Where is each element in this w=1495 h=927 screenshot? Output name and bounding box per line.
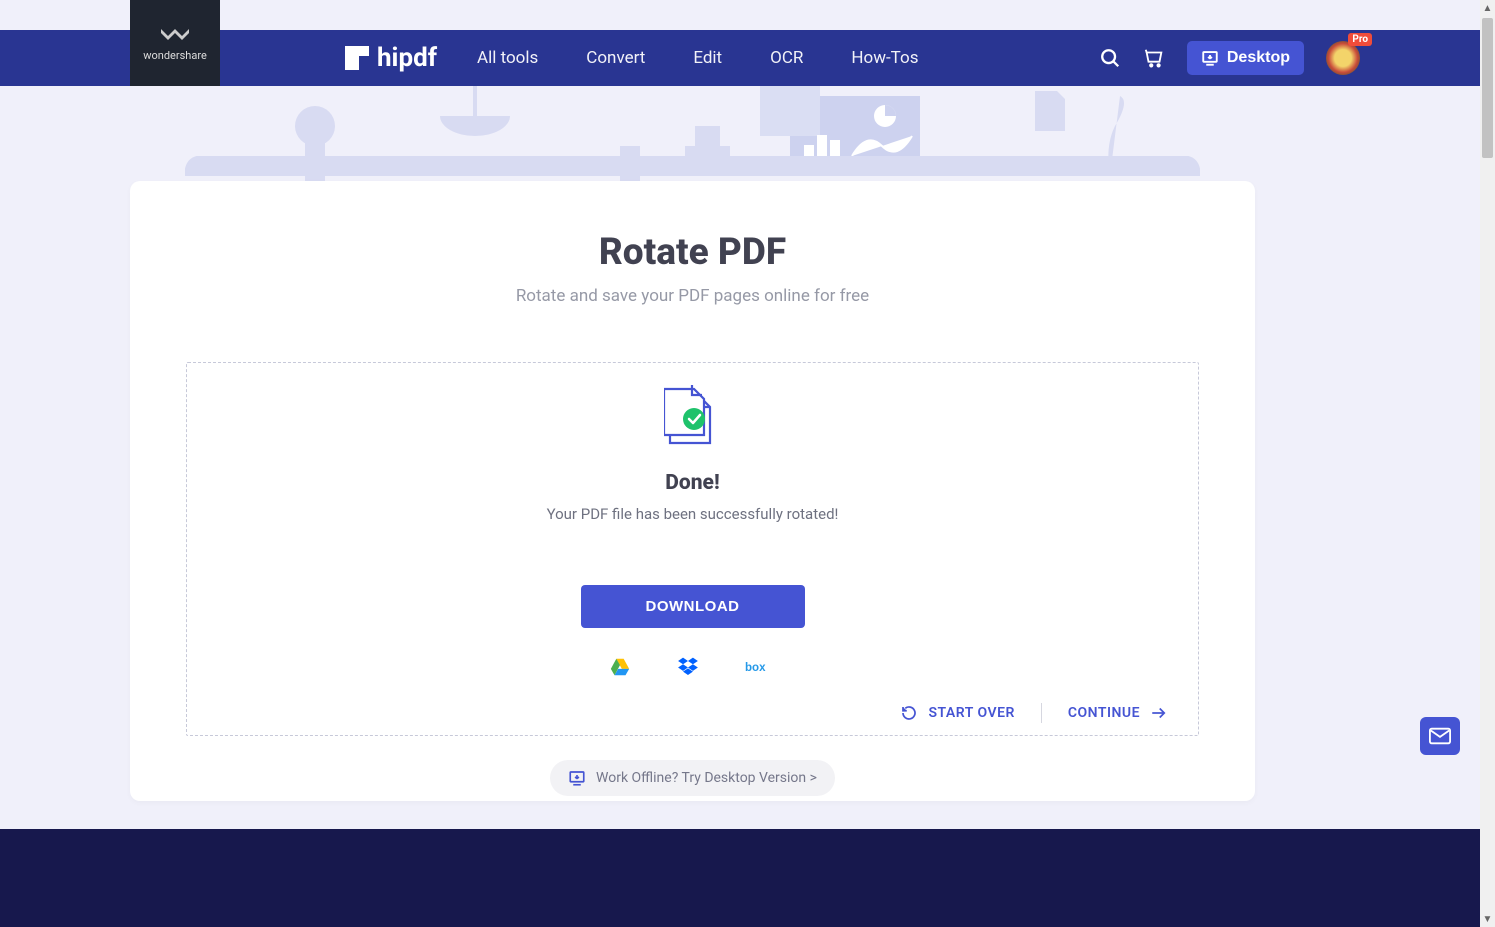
continue-link[interactable]: CONTINUE [1068,704,1168,722]
footer-bar [0,829,1480,927]
desktop-small-icon [568,769,586,787]
search-icon[interactable] [1099,47,1121,69]
page-subtitle: Rotate and save your PDF pages online fo… [186,286,1199,306]
scroll-down-arrow-icon[interactable]: ▼ [1480,911,1495,927]
page-title: Rotate PDF [186,231,1199,274]
main-card: Rotate PDF Rotate and save your PDF page… [130,181,1255,801]
main-nav: All tools Convert Edit OCR How-Tos [477,48,918,68]
decorative-illustration [130,86,1350,181]
mail-icon [1429,727,1451,745]
desktop-button[interactable]: Desktop [1187,41,1304,75]
avatar[interactable]: Pro [1326,41,1360,75]
restart-icon [900,704,918,722]
vertical-scrollbar[interactable]: ▲ ▼ [1480,0,1495,927]
download-button[interactable]: DOWNLOAD [581,585,805,628]
arrow-right-icon [1150,704,1168,722]
scroll-thumb[interactable] [1482,18,1493,158]
product-logo[interactable]: hipdf [345,43,437,73]
header-inner: hipdf All tools Convert Edit OCR How-Tos… [0,41,1480,75]
offline-pill[interactable]: Work Offline? Try Desktop Version > [550,760,835,796]
continue-label: CONTINUE [1068,705,1140,721]
cart-icon[interactable] [1143,47,1165,69]
product-name: hipdf [377,43,437,73]
nav-edit[interactable]: Edit [693,48,722,68]
dropbox-icon[interactable] [677,656,699,678]
action-row: START OVER CONTINUE [900,703,1168,723]
desktop-button-label: Desktop [1227,49,1290,67]
parent-brand-label: wondershare [143,49,207,62]
svg-text:box: box [745,662,766,674]
nav-convert[interactable]: Convert [586,48,645,68]
done-subtitle: Your PDF file has been successfully rota… [187,505,1198,523]
nav-all-tools[interactable]: All tools [477,48,538,68]
start-over-label: START OVER [928,705,1014,721]
box-icon[interactable]: box [745,656,777,678]
nav-how-tos[interactable]: How-Tos [851,48,918,68]
google-drive-icon[interactable] [609,656,631,678]
download-desktop-icon [1201,49,1219,67]
wondershare-icon [161,25,189,43]
cloud-save-row: box [187,656,1198,678]
scroll-up-arrow-icon[interactable]: ▲ [1480,0,1495,16]
success-file-icon [187,385,1198,447]
parent-brand-block[interactable]: wondershare [130,0,220,86]
feedback-mail-button[interactable] [1420,717,1460,755]
top-header: hipdf All tools Convert Edit OCR How-Tos… [0,30,1480,86]
offline-label: Work Offline? Try Desktop Version > [596,770,817,786]
done-title: Done! [187,471,1198,495]
logo-mark-icon [345,46,369,70]
divider [1041,703,1042,723]
header-right: Desktop Pro [1099,41,1480,75]
nav-ocr[interactable]: OCR [770,48,803,68]
result-box: Done! Your PDF file has been successfull… [186,362,1199,736]
pro-badge: Pro [1348,33,1372,46]
start-over-link[interactable]: START OVER [900,704,1014,722]
